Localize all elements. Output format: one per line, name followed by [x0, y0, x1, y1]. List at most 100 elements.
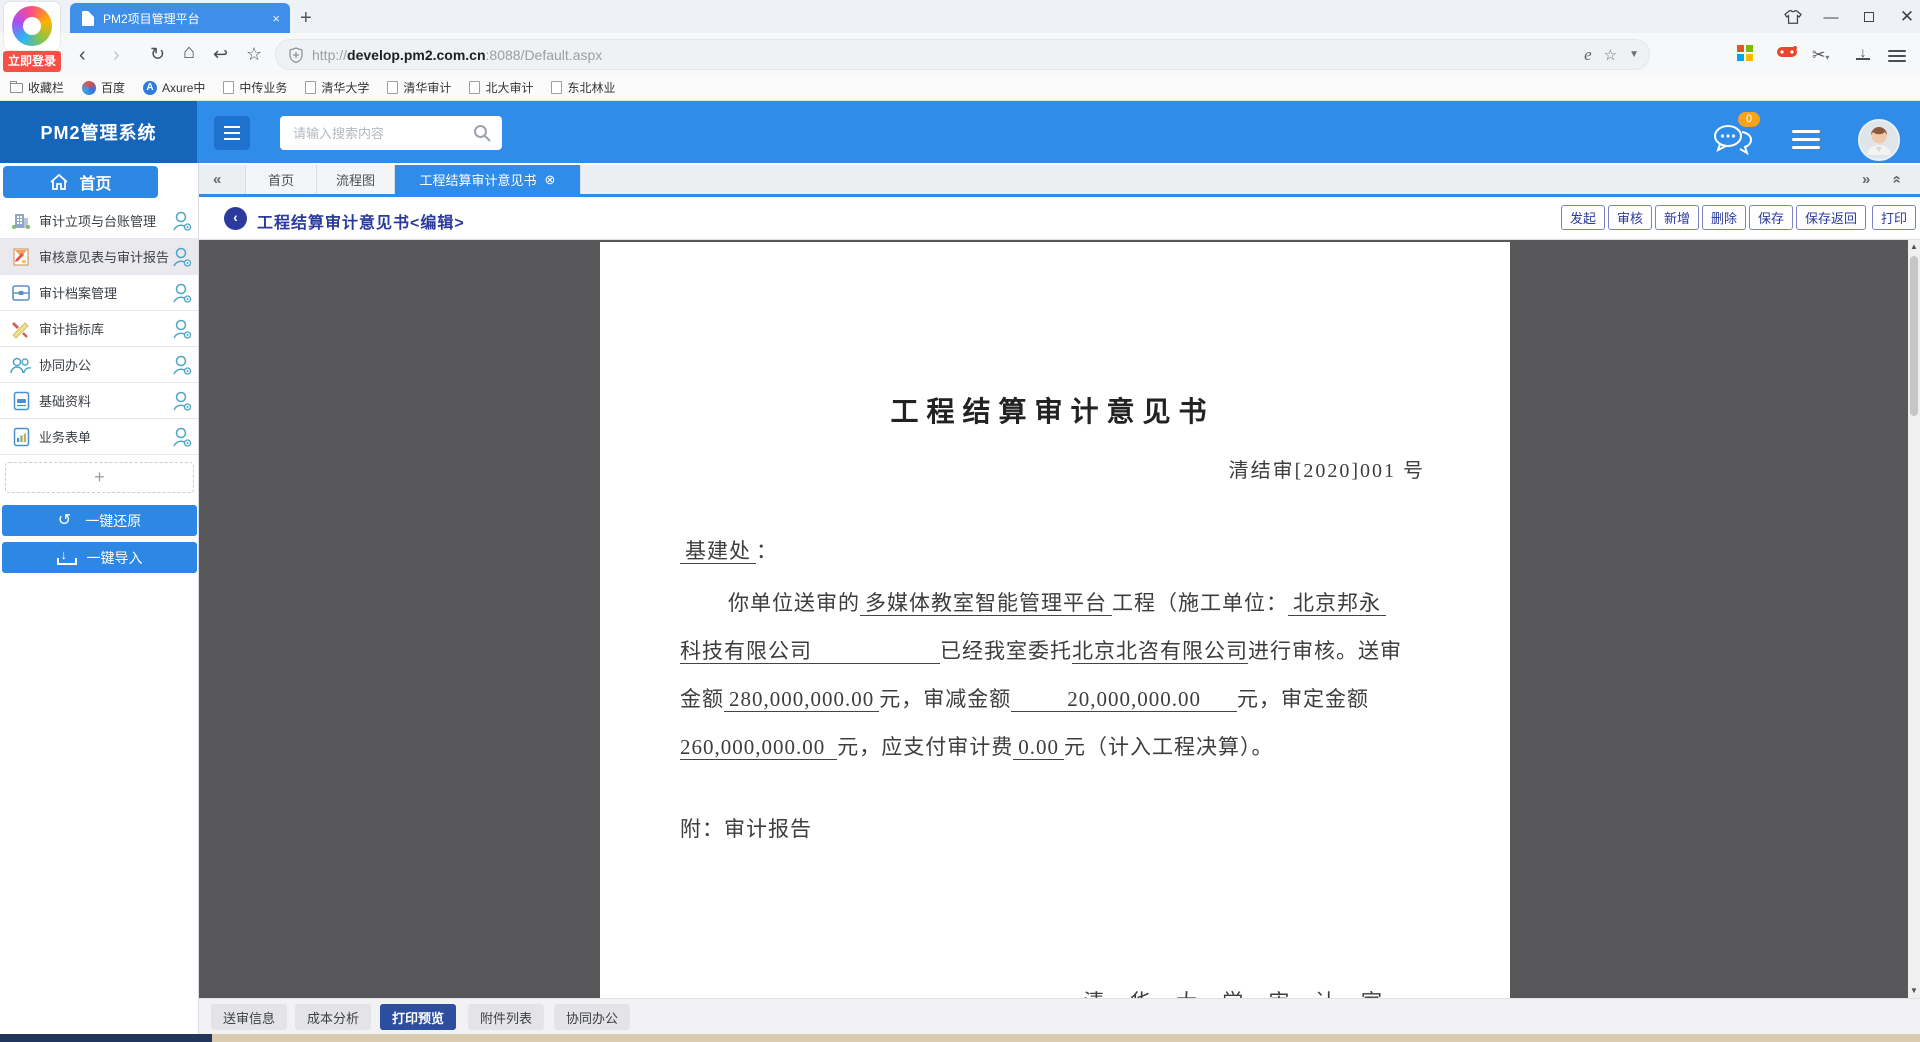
- page-title: 工程结算审计意见书<编辑>: [257, 209, 465, 233]
- signature-line: 清 华 大 学 审 计 室: [1084, 986, 1393, 998]
- person-gear-icon[interactable]: [172, 246, 192, 268]
- new-tab-button[interactable]: +: [300, 7, 312, 30]
- review-button[interactable]: 审核: [1608, 205, 1652, 230]
- document-title: 工程结算审计意见书: [680, 390, 1425, 430]
- forward-button[interactable]: ›: [113, 44, 120, 67]
- browser-logo[interactable]: [4, 2, 60, 50]
- tab-close-icon[interactable]: ×: [272, 11, 280, 26]
- scroll-tabs-right-icon[interactable]: »: [1862, 171, 1870, 188]
- sidebar-item-label: 审计立项与台账管理: [39, 211, 172, 230]
- restore-label: 一键还原: [85, 511, 141, 531]
- undo-button[interactable]: ↩: [213, 44, 228, 65]
- sidebar-item-collaboration[interactable]: 协同办公: [0, 347, 198, 383]
- bookmark-favorites-folder[interactable]: 收藏栏: [10, 79, 64, 96]
- bookmark-zhongchuan[interactable]: 中传业务: [223, 79, 287, 96]
- gamepad-icon[interactable]: [1776, 44, 1798, 60]
- restore-button[interactable]: [1858, 8, 1880, 26]
- person-gear-icon[interactable]: [172, 390, 192, 412]
- chevron-down-icon[interactable]: ▼: [1629, 49, 1639, 60]
- person-gear-icon[interactable]: [172, 282, 192, 304]
- one-key-import-button[interactable]: 一键导入: [2, 542, 197, 573]
- sidebar-item-review-report[interactable]: 审核意见表与审计报告: [0, 239, 198, 275]
- save-return-button[interactable]: 保存返回: [1796, 205, 1866, 230]
- apps-grid-icon[interactable]: [1737, 45, 1753, 61]
- vertical-scrollbar[interactable]: ▲ ▼: [1908, 240, 1920, 998]
- sidebar-home-button[interactable]: 首页: [3, 166, 158, 198]
- search-input[interactable]: [293, 126, 472, 141]
- sidebar-toggle-button[interactable]: [214, 116, 250, 150]
- sidebar-item-audit-indicators[interactable]: 审计指标库: [0, 311, 198, 347]
- bookmark-label: Axure中: [162, 79, 205, 96]
- bookmark-star-icon[interactable]: ☆: [1604, 46, 1617, 64]
- url-text[interactable]: http://develop.pm2.com.cn:8088/Default.a…: [312, 47, 602, 63]
- search-icon[interactable]: [472, 123, 492, 143]
- print-preview-button[interactable]: 打印预览: [380, 1004, 456, 1030]
- one-key-restore-button[interactable]: ↺ 一键还原: [2, 505, 197, 536]
- cost-analysis-button[interactable]: 成本分析: [295, 1004, 371, 1030]
- tab-label: 首页: [268, 170, 294, 189]
- address-bar[interactable]: http://develop.pm2.com.cn:8088/Default.a…: [275, 39, 1650, 70]
- person-gear-icon[interactable]: [172, 354, 192, 376]
- global-search[interactable]: [280, 116, 502, 150]
- bookmark-tsinghua[interactable]: 清华大学: [305, 79, 369, 96]
- favorite-star-button[interactable]: ☆: [246, 44, 262, 65]
- add-module-button[interactable]: +: [5, 462, 194, 493]
- scroll-tabs-left-icon[interactable]: «: [213, 171, 221, 188]
- delete-button[interactable]: 删除: [1702, 205, 1746, 230]
- colon: ：: [756, 539, 778, 563]
- sidebar-item-business-forms[interactable]: 业务表单: [0, 419, 198, 455]
- download-icon[interactable]: ↓: [1856, 46, 1870, 60]
- close-window-button[interactable]: ✕: [1896, 8, 1918, 26]
- app-menu-icon[interactable]: [1792, 125, 1820, 154]
- print-button[interactable]: 打印: [1872, 205, 1916, 230]
- scroll-down-icon[interactable]: ▼: [1908, 984, 1920, 998]
- sidebar-item-audit-archive[interactable]: 审计档案管理: [0, 275, 198, 311]
- page-icon: [551, 81, 562, 94]
- bookmark-tsinghua-audit[interactable]: 清华审计: [387, 79, 451, 96]
- bookmark-dongbei[interactable]: 东北林业: [551, 79, 615, 96]
- user-avatar[interactable]: [1858, 119, 1900, 161]
- login-now-badge[interactable]: 立即登录: [3, 51, 61, 72]
- scissors-icon[interactable]: ✂▾: [1812, 45, 1829, 65]
- person-gear-icon[interactable]: [172, 210, 192, 232]
- messages-button[interactable]: 0: [1712, 112, 1760, 160]
- back-circle-button[interactable]: ‹: [224, 207, 247, 230]
- bookmark-pku-audit[interactable]: 北大审计: [469, 79, 533, 96]
- site-safety-shield-icon[interactable]: [289, 47, 303, 63]
- collaboration-button[interactable]: 协同办公: [554, 1004, 630, 1030]
- bookmark-label: 清华大学: [321, 79, 369, 96]
- save-button[interactable]: 保存: [1749, 205, 1793, 230]
- tab-audit-opinion[interactable]: 工程结算审计意见书 ⊗: [395, 165, 581, 194]
- audit-firm-field: 北京北咨有限公司: [1072, 639, 1248, 664]
- text: 金额: [680, 687, 724, 711]
- collapse-tabs-icon[interactable]: »: [1888, 175, 1905, 183]
- sidebar-item-base-data[interactable]: 基础资料: [0, 383, 198, 419]
- browser-menu-icon[interactable]: [1888, 47, 1906, 65]
- submission-info-button[interactable]: 送审信息: [211, 1004, 287, 1030]
- bookmark-baidu[interactable]: 百度: [82, 79, 125, 96]
- import-icon: [57, 551, 73, 565]
- bookmarks-bar: 收藏栏 百度 A Axure中 中传业务 清华大学 清华审计 北大审计 东北林业: [0, 75, 1920, 101]
- add-new-button[interactable]: 新增: [1655, 205, 1699, 230]
- ie-compat-icon[interactable]: e: [1584, 45, 1592, 65]
- minimize-button[interactable]: —: [1820, 8, 1842, 26]
- sidebar-item-audit-project[interactable]: 审计立项与台账管理: [0, 203, 198, 239]
- home-button[interactable]: ⌂: [183, 41, 195, 64]
- back-button[interactable]: ‹: [79, 44, 86, 67]
- restore-circle-icon: ↺: [58, 513, 71, 529]
- scroll-up-icon[interactable]: ▲: [1908, 240, 1920, 254]
- tab-close-icon[interactable]: ⊗: [545, 172, 556, 188]
- attachment-list-button[interactable]: 附件列表: [468, 1004, 544, 1030]
- bookmark-axure[interactable]: A Axure中: [143, 79, 205, 96]
- sidebar-item-label: 基础资料: [39, 391, 172, 410]
- tab-home[interactable]: 首页: [245, 165, 317, 194]
- scrollbar-thumb[interactable]: [1910, 256, 1918, 416]
- reload-button[interactable]: ↻: [150, 44, 165, 65]
- person-gear-icon[interactable]: [172, 318, 192, 340]
- tab-flowchart[interactable]: 流程图: [317, 165, 395, 194]
- taskbar-sliver: [212, 1034, 1920, 1042]
- person-gear-icon[interactable]: [172, 426, 192, 448]
- browser-tab[interactable]: PM2项目管理平台 ×: [70, 3, 290, 33]
- skin-button[interactable]: [1782, 8, 1804, 26]
- initiate-button[interactable]: 发起: [1561, 205, 1605, 230]
